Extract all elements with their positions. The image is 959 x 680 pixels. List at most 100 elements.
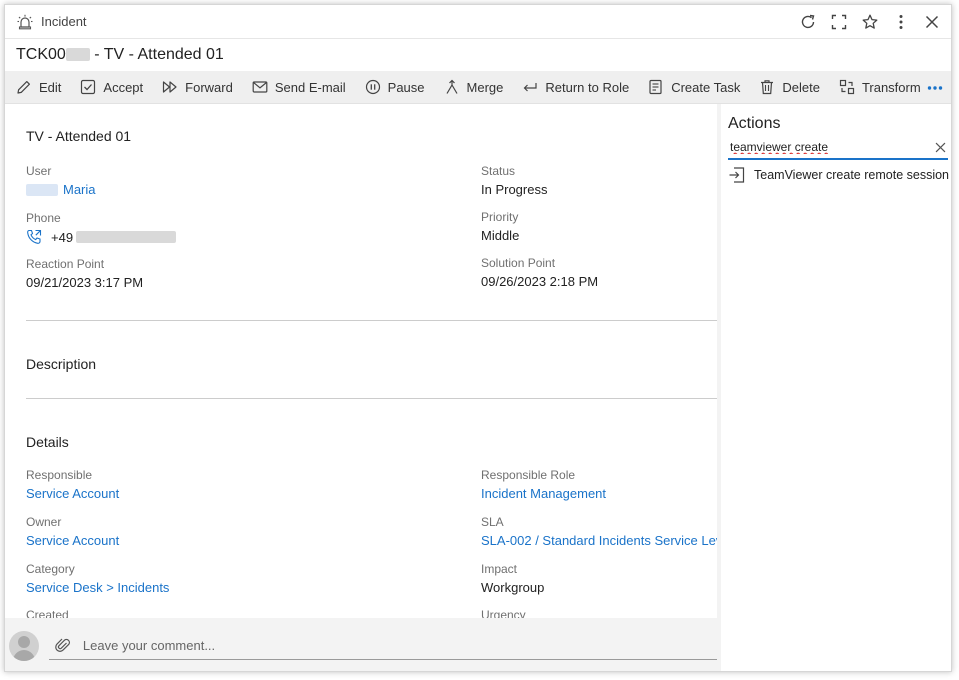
merge-button[interactable]: Merge <box>444 79 504 95</box>
impact-field: Impact Workgroup <box>481 562 544 595</box>
responsible-role-label: Responsible Role <box>481 468 576 482</box>
category-field: Category Service Desk > Incidents <box>26 562 169 595</box>
pause-button[interactable]: Pause <box>365 79 425 95</box>
actions-search-field[interactable] <box>728 136 948 160</box>
pause-label: Pause <box>387 79 425 95</box>
phone-label: Phone <box>26 211 61 225</box>
comment-field[interactable] <box>48 632 717 660</box>
fullscreen-icon <box>831 14 846 29</box>
toolbar: Edit Accept Forward Send E-mail Pause Me… <box>5 71 951 104</box>
forward-label: Forward <box>185 79 233 95</box>
send-email-button[interactable]: Send E-mail <box>252 79 346 95</box>
phone-call-icon[interactable] <box>26 229 42 245</box>
responsible-role-link[interactable]: Incident Management <box>481 486 606 501</box>
solution-point-field: Solution Point 09/26/2023 2:18 PM <box>481 256 598 289</box>
urgency-field: Urgency <box>481 608 526 618</box>
pencil-icon <box>17 81 30 94</box>
phone-value[interactable]: +49 <box>51 230 73 245</box>
urgency-label: Urgency <box>481 608 526 618</box>
details-title: Details <box>26 434 69 450</box>
reaction-point-field: Reaction Point 09/21/2023 3:17 PM <box>26 257 143 290</box>
double-play-icon <box>163 81 177 93</box>
app-name: Incident <box>41 14 87 29</box>
merge-icon <box>446 79 458 94</box>
title-bar: Incident <box>5 5 951 39</box>
more-options-button[interactable] <box>885 7 916 37</box>
paperclip-icon[interactable] <box>55 637 71 653</box>
actions-search-input[interactable] <box>728 139 923 155</box>
form-title: TV - Attended 01 <box>26 128 132 144</box>
close-window-button[interactable] <box>916 7 947 37</box>
sla-link[interactable]: SLA-002 / Standard Incidents Service Lev <box>481 533 717 548</box>
pause-circle-icon <box>365 79 380 95</box>
ticket-heading-row: TCK00 - TV - Attended 01 <box>5 39 951 71</box>
redacted-user-name <box>26 183 58 196</box>
redacted-phone-number <box>76 231 177 243</box>
vertical-dots-icon <box>899 14 902 29</box>
return-to-role-label: Return to Role <box>545 79 630 95</box>
horizontal-dots-icon <box>927 86 943 90</box>
redacted-ticket-number <box>65 48 90 62</box>
toolbar-more-button[interactable] <box>925 78 945 98</box>
status-field: Status In Progress <box>481 164 547 197</box>
comment-bar <box>5 618 717 671</box>
user-field: User Maria <box>26 164 96 197</box>
return-to-role-button[interactable]: Return to Role <box>522 79 629 95</box>
ticket-number: TCK00 <box>16 46 66 63</box>
user-link[interactable]: Maria <box>63 182 96 197</box>
checkbox-check-icon <box>81 79 96 95</box>
priority-label: Priority <box>481 210 519 224</box>
edit-button[interactable]: Edit <box>16 79 61 95</box>
close-icon <box>925 15 938 28</box>
actions-panel: Actions TeamViewer create remote session <box>721 104 951 671</box>
user-label: User <box>26 164 52 178</box>
close-icon <box>935 142 945 152</box>
solution-point-value: 09/26/2023 2:18 PM <box>481 274 599 289</box>
priority-field: Priority Middle <box>481 210 519 243</box>
ticket-form: TV - Attended 01 User Maria Status In Pr… <box>5 104 717 618</box>
alarm-siren-icon <box>17 14 33 29</box>
fullscreen-button[interactable] <box>823 7 854 37</box>
accept-button[interactable]: Accept <box>80 79 143 95</box>
owner-link[interactable]: Service Account <box>26 533 119 548</box>
delete-button[interactable]: Delete <box>759 79 820 95</box>
sla-label: SLA <box>481 515 504 529</box>
edit-label: Edit <box>39 79 62 95</box>
comment-input[interactable] <box>80 636 681 654</box>
envelope-icon <box>252 81 268 93</box>
category-link[interactable]: Service Desk > Incidents <box>26 580 169 595</box>
transform-icon <box>839 79 855 95</box>
section-divider <box>26 398 717 399</box>
task-list-icon <box>649 79 662 95</box>
transform-button[interactable]: Transform <box>839 79 921 95</box>
phone-field: Phone +49 <box>26 211 177 245</box>
refresh-icon <box>801 14 814 28</box>
action-label: TeamViewer create remote session <box>754 168 949 182</box>
create-task-button[interactable]: Create Task <box>648 79 740 95</box>
responsible-link[interactable]: Service Account <box>26 486 119 501</box>
actions-title: Actions <box>728 115 781 132</box>
favorite-button[interactable] <box>854 7 885 37</box>
star-icon <box>862 14 877 29</box>
refresh-button[interactable] <box>792 7 823 37</box>
created-field: Created <box>26 608 69 618</box>
ticket-subject: - TV - Attended 01 <box>89 46 224 63</box>
section-divider <box>26 320 717 321</box>
sla-field: SLA SLA-002 / Standard Incidents Service… <box>481 515 717 548</box>
owner-label: Owner <box>26 515 62 529</box>
forward-button[interactable]: Forward <box>162 79 233 95</box>
description-title: Description <box>26 356 97 372</box>
merge-label: Merge <box>466 79 504 95</box>
enter-session-icon <box>729 167 745 183</box>
reaction-point-value: 09/21/2023 3:17 PM <box>26 275 144 290</box>
action-teamviewer-create-session[interactable]: TeamViewer create remote session <box>728 166 949 184</box>
incident-window: Incident TCK00 - TV - Attended 01 Edit A… <box>4 4 952 672</box>
clear-search-button[interactable] <box>932 139 948 155</box>
transform-label: Transform <box>861 79 921 95</box>
owner-field: Owner Service Account <box>26 515 119 548</box>
responsible-field: Responsible Service Account <box>26 468 119 501</box>
solution-point-label: Solution Point <box>481 256 556 270</box>
impact-label: Impact <box>481 562 518 576</box>
reaction-point-label: Reaction Point <box>26 257 105 271</box>
priority-value: Middle <box>481 228 520 243</box>
